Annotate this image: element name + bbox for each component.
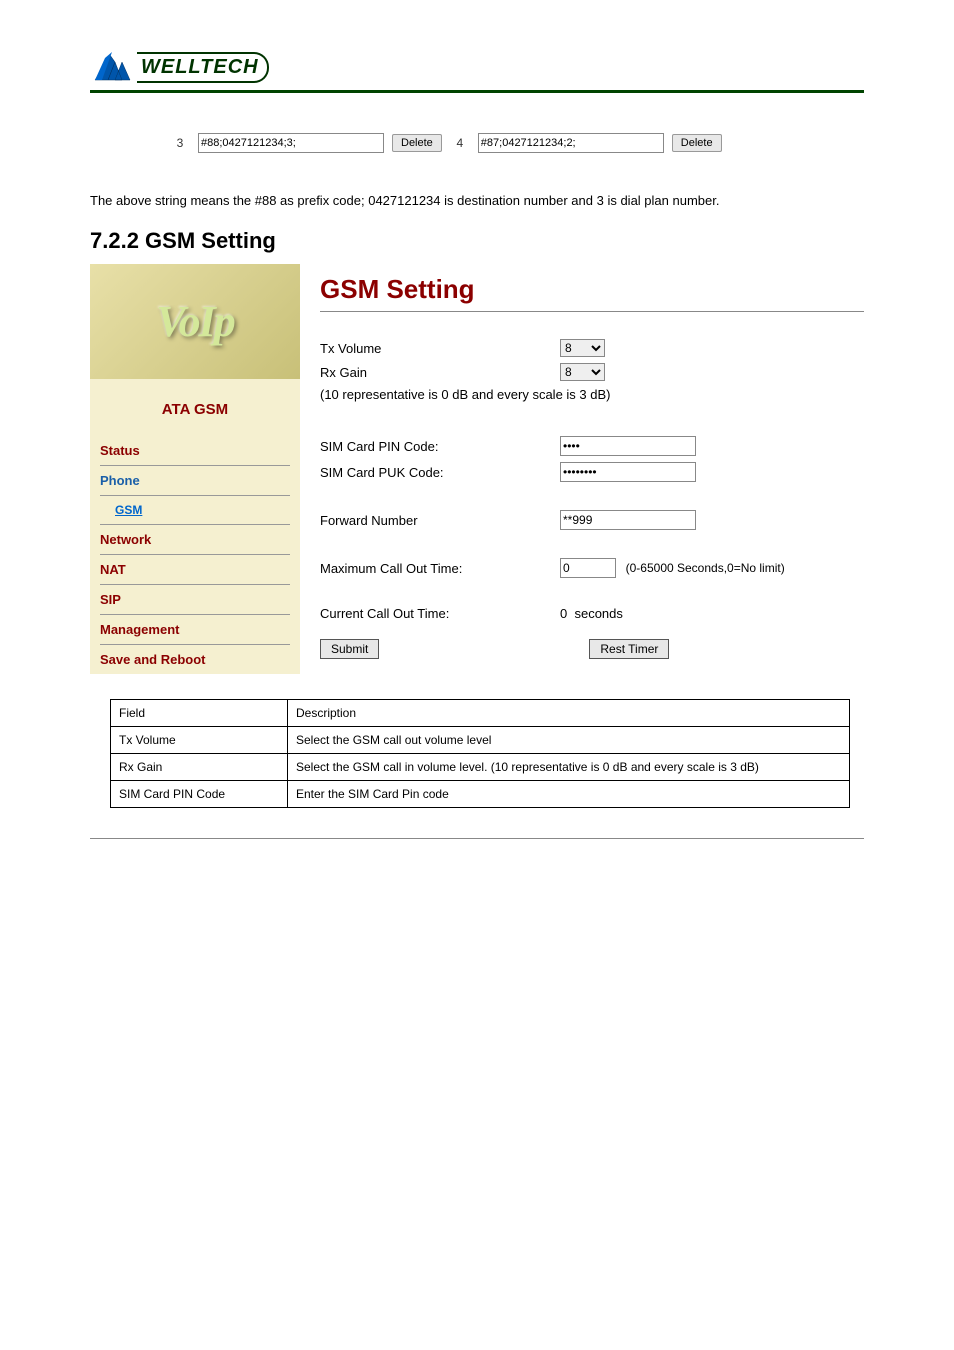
nav-nat[interactable]: NAT <box>100 555 290 585</box>
sidebar: VoIp ATA GSM Status Phone GSM Network NA… <box>90 264 300 674</box>
dial-plan-row: 3 Delete 4 Delete <box>170 133 864 153</box>
logo-text: WELLTECH <box>137 52 269 83</box>
rx-gain-label: Rx Gain <box>320 365 560 380</box>
puk-label: SIM Card PUK Code: <box>320 465 560 480</box>
string-explanation: The above string means the #88 as prefix… <box>90 193 864 208</box>
pin-label: SIM Card PIN Code: <box>320 439 560 454</box>
voip-logo: VoIp <box>90 264 300 379</box>
welltech-logo: WELLTECH <box>90 50 864 85</box>
table-row: Tx Volume Select the GSM call out volume… <box>111 727 850 754</box>
max-call-hint: (0-65000 Seconds,0=No limit) <box>626 561 785 575</box>
footer-divider <box>90 838 864 839</box>
nav-gsm[interactable]: GSM <box>100 496 290 525</box>
current-call-unit: seconds <box>574 606 622 621</box>
table-header-field: Field <box>111 700 288 727</box>
section-heading: 7.2.2 GSM Setting <box>90 228 864 254</box>
nav-network[interactable]: Network <box>100 525 290 555</box>
sidebar-title: ATA GSM <box>90 379 300 436</box>
forward-label: Forward Number <box>320 513 560 528</box>
rest-timer-button[interactable]: Rest Timer <box>589 639 669 659</box>
page-title: GSM Setting <box>320 274 864 312</box>
dial-plan-input-4[interactable] <box>478 133 664 153</box>
nav-phone[interactable]: Phone <box>100 466 290 496</box>
max-call-input[interactable] <box>560 558 616 578</box>
puk-input[interactable] <box>560 462 696 482</box>
delete-button-4[interactable]: Delete <box>672 134 722 152</box>
pin-input[interactable] <box>560 436 696 456</box>
rx-gain-select[interactable]: 8 <box>560 363 605 381</box>
logo-arrow-icon <box>90 50 135 85</box>
scale-note: (10 representative is 0 dB and every sca… <box>320 387 864 402</box>
nav-management[interactable]: Management <box>100 615 290 645</box>
max-call-label: Maximum Call Out Time: <box>320 561 560 576</box>
current-call-value: 0 <box>560 606 567 621</box>
tx-volume-select[interactable]: 8 <box>560 339 605 357</box>
current-call-label: Current Call Out Time: <box>320 606 560 621</box>
gsm-admin-panel: VoIp ATA GSM Status Phone GSM Network NA… <box>90 264 864 674</box>
table-row: Rx Gain Select the GSM call in volume le… <box>111 754 850 781</box>
table-header-desc: Description <box>288 700 850 727</box>
row-number-3: 3 <box>170 136 190 150</box>
nav-status[interactable]: Status <box>100 436 290 466</box>
forward-input[interactable] <box>560 510 696 530</box>
sidebar-nav: Status Phone GSM Network NAT SIP Managem… <box>90 436 300 674</box>
description-table: Field Description Tx Volume Select the G… <box>110 699 850 808</box>
nav-save-reboot[interactable]: Save and Reboot <box>100 645 290 674</box>
nav-sip[interactable]: SIP <box>100 585 290 615</box>
tx-volume-label: Tx Volume <box>320 341 560 356</box>
content-area: GSM Setting Tx Volume 8 Rx Gain 8 <box>300 264 864 674</box>
delete-button-3[interactable]: Delete <box>392 134 442 152</box>
submit-button[interactable]: Submit <box>320 639 379 659</box>
dial-plan-input-3[interactable] <box>198 133 384 153</box>
logo-header: WELLTECH <box>90 50 864 93</box>
table-row: SIM Card PIN Code Enter the SIM Card Pin… <box>111 781 850 808</box>
row-number-4: 4 <box>450 136 470 150</box>
